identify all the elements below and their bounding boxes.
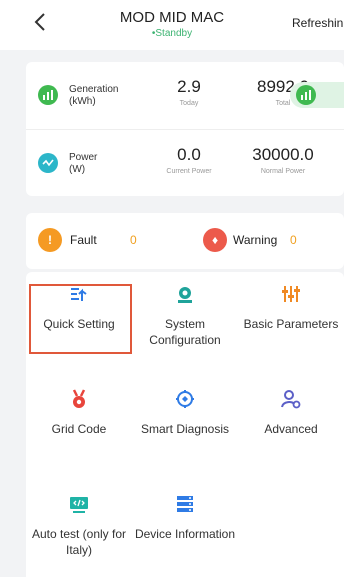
smart-diagnosis-icon [176,390,194,408]
top-bar: MOD MID MAC •Standby Refreshin [0,0,344,50]
advanced-label: Advanced [264,422,318,436]
quick-setting-label: Quick Setting [43,317,115,331]
fault-icon[interactable]: ! [38,228,62,252]
generation-today-value: 2.9 [177,77,201,96]
warning-label[interactable]: Warning [233,233,277,247]
system-configuration-icon [178,287,192,303]
basic-parameters-button[interactable]: Basic Parameters [238,272,344,362]
smart-diagnosis-label: Smart Diagnosis [140,422,230,436]
generation-today-label: Today [179,100,199,107]
power-icon [38,153,58,173]
basic-parameters-label: Basic Parameters [243,317,339,331]
auto-test-label: Auto test (only for Italy) [31,527,127,557]
quick-setting-icon [71,288,87,301]
power-unit: (W) [69,164,86,175]
auto-test-button[interactable]: Auto test (only for Italy) [26,482,132,572]
power-label-line1: Power [69,152,98,163]
smart-diagnosis-button[interactable]: Smart Diagnosis [132,377,238,457]
metrics-card: Generation (kWh) 2.9 Today 8992.0 Total … [26,62,344,196]
normal-power-label: Normal Power [260,168,306,175]
power-row: Power (W) 0.0 Current Power 30000.0 Norm… [26,129,344,196]
stats-icon [296,85,316,105]
device-information-label: Device Information [134,527,236,541]
power-label: Power (W) [69,152,97,176]
fault-count: 0 [130,233,137,247]
quick-setting-button[interactable]: Quick Setting [26,272,132,362]
device-information-icon [177,496,193,512]
grid-code-button[interactable]: Grid Code [26,377,132,457]
system-configuration-label: System Configuration [149,317,221,347]
function-grid: Quick Setting System Configuration Basic… [26,272,344,577]
warning-icon[interactable]: ♦ [203,228,227,252]
normal-power-value: 30000.0 [252,145,314,164]
generation-icon [38,85,58,105]
system-configuration-button[interactable]: System Configuration [132,272,238,362]
advanced-button[interactable]: Advanced [238,377,344,457]
generation-unit: (kWh) [69,96,96,107]
generation-label-line1: Generation [69,84,119,95]
alerts-card: ! Fault 0 ♦ Warning 0 [26,213,344,269]
basic-parameters-icon [282,286,300,302]
grid-code-icon [72,389,86,408]
refresh-button[interactable]: Refreshin [292,16,343,30]
grid-code-label: Grid Code [51,422,107,436]
generation-label: Generation (kWh) [69,84,118,108]
auto-test-icon [70,497,88,513]
floating-stats-button[interactable] [290,82,344,108]
current-power-value: 0.0 [177,145,201,164]
current-power-label: Current Power [166,168,212,175]
fault-label[interactable]: Fault [70,233,97,247]
warning-count: 0 [290,233,297,247]
advanced-icon [281,390,301,409]
device-information-button[interactable]: Device Information [132,482,238,572]
